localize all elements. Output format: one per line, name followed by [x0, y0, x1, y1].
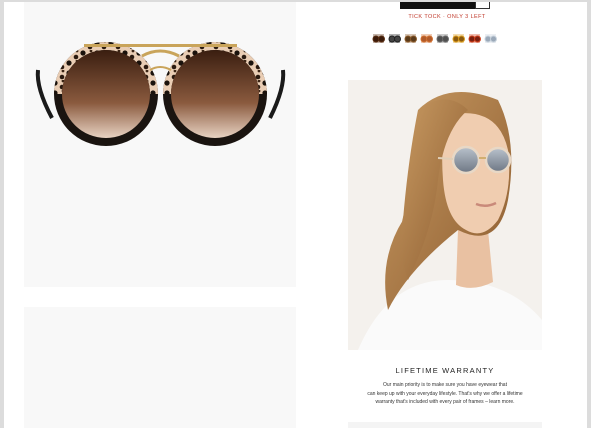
- swatch-red-crystal[interactable]: [468, 32, 481, 45]
- sunglasses-icon: [436, 34, 449, 43]
- swatch-black-crystal[interactable]: [388, 32, 401, 45]
- sunglasses-icon: [452, 34, 465, 43]
- swatch-tortoise-gold[interactable]: [404, 32, 417, 45]
- swatch-orange-amber[interactable]: [420, 32, 433, 45]
- warranty-description: Our main priority is to make sure you ha…: [348, 381, 542, 407]
- add-to-cart-button[interactable]: [400, 2, 475, 9]
- sunglasses-icon: [468, 34, 481, 43]
- swatch-dark-tortoise[interactable]: [372, 32, 385, 45]
- sunglasses-icon: [484, 34, 497, 43]
- color-swatches: [372, 32, 497, 45]
- sunglasses-icon: [404, 34, 417, 43]
- model-photo: [348, 80, 542, 350]
- quantity-selector[interactable]: +: [475, 2, 490, 9]
- sunglasses-icon: [420, 34, 433, 43]
- product-image[interactable]: [24, 2, 296, 287]
- plus-icon: +: [479, 2, 483, 3]
- swatch-smoke-grey[interactable]: [436, 32, 449, 45]
- stock-notice: TICK TOCK · ONLY 3 LEFT: [408, 14, 486, 20]
- model-wearing-sunglasses: [348, 80, 542, 350]
- warranty-title: LIFETIME WARRANTY: [395, 366, 495, 375]
- swatch-honey-yellow[interactable]: [452, 32, 465, 45]
- learn-more-link[interactable]: warranty that's included with every pair…: [348, 398, 542, 407]
- product-page: + TICK TOCK · ONLY 3 LEFT: [4, 2, 587, 428]
- swatch-clear-blue[interactable]: [484, 32, 497, 45]
- next-image: [348, 422, 542, 428]
- sunglasses-icon: [388, 34, 401, 43]
- sunglasses-product-photo: [35, 42, 286, 146]
- product-image-secondary[interactable]: [24, 307, 296, 428]
- sunglasses-icon: [372, 34, 385, 43]
